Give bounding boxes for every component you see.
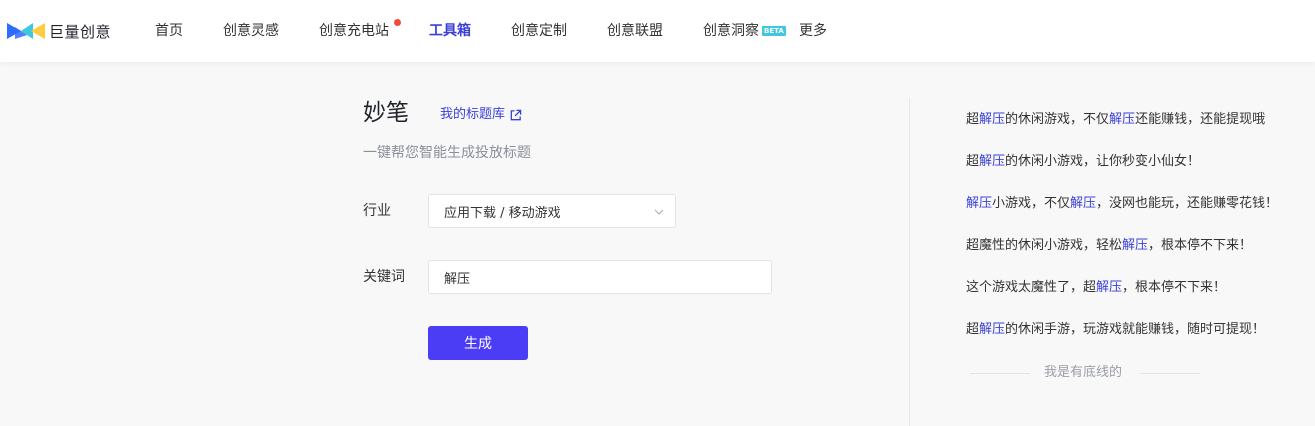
- nav-item-inspiration[interactable]: 创意灵感: [223, 21, 279, 41]
- result-title-item[interactable]: 超解压的休闲游戏，不仅解压还能赚钱，还能提现哦: [966, 110, 1265, 130]
- result-text-segment: 超: [966, 112, 980, 127]
- end-divider-right: [1140, 373, 1200, 374]
- top-navigation-bar: 巨量创意 首页 创意灵感 创意充电站 工具箱 创意定制 创意联盟 创意洞察 BE…: [0, 0, 1315, 62]
- title-library-link[interactable]: 我的标题库: [440, 106, 522, 124]
- brand-logo[interactable]: 巨量创意: [7, 19, 111, 43]
- result-text-segment: ，没网也能玩，还能赚零花钱！: [1096, 196, 1279, 211]
- keyword-highlight: 解压: [979, 322, 1006, 337]
- page-subtitle: 一键帮您智能生成投放标题: [363, 145, 531, 161]
- result-title-item[interactable]: 超解压的休闲手游，玩游戏就能赚钱，随时可提现！: [966, 320, 1265, 340]
- result-text-segment: ，根本停不下来！: [1148, 238, 1253, 253]
- industry-select[interactable]: 应用下载 / 移动游戏: [428, 194, 676, 228]
- nav-item-insight[interactable]: 创意洞察: [703, 21, 759, 41]
- title-library-link-label: 我的标题库: [440, 107, 506, 122]
- brand-logo-icon: [7, 23, 45, 39]
- result-text-segment: 的休闲小游戏，让你秒变小仙女！: [1005, 154, 1201, 169]
- result-title-item[interactable]: 超魔性的休闲小游戏，轻松解压，根本停不下来！: [966, 236, 1252, 256]
- result-text-segment: 小游戏，不仅: [992, 196, 1071, 211]
- result-text-segment: 的休闲手游，玩游戏就能赚钱，随时可提现！: [1005, 322, 1266, 337]
- keyword-label: 关键词: [363, 269, 405, 285]
- result-text-segment: 超: [966, 322, 980, 337]
- result-title-item[interactable]: 解压小游戏，不仅解压，没网也能玩，还能赚零花钱！: [966, 194, 1278, 214]
- end-divider-left: [970, 373, 1030, 374]
- beta-badge: BETA: [762, 26, 786, 36]
- nav-item-toolbox[interactable]: 工具箱: [429, 21, 471, 41]
- result-title-item[interactable]: 超解压的休闲小游戏，让你秒变小仙女！: [966, 152, 1200, 172]
- chevron-down-icon: [654, 209, 664, 215]
- industry-label: 行业: [363, 203, 391, 219]
- vertical-divider: [909, 98, 910, 426]
- result-text-segment: 超: [966, 154, 980, 169]
- end-of-list-text: 我是有底线的: [1044, 365, 1123, 380]
- external-link-icon: [510, 109, 522, 120]
- nav-item-charging-station[interactable]: 创意充电站: [319, 21, 389, 41]
- result-title-item[interactable]: 这个游戏太魔性了，超解压，根本停不下来！: [966, 278, 1226, 298]
- notification-dot: [394, 19, 401, 26]
- keyword-input[interactable]: 解压: [428, 260, 772, 294]
- page-title: 妙笔: [363, 100, 409, 126]
- nav-item-alliance[interactable]: 创意联盟: [607, 21, 663, 41]
- result-text-segment: 这个游戏太魔性了，超: [966, 280, 1097, 295]
- keyword-highlight: 解压: [966, 196, 993, 211]
- nav-item-home[interactable]: 首页: [155, 21, 183, 41]
- keyword-highlight: 解压: [979, 154, 1006, 169]
- brand-name: 巨量创意: [49, 22, 112, 41]
- result-text-segment: 超魔性的休闲小游戏，轻松: [966, 238, 1123, 253]
- result-text-segment: ，根本停不下来！: [1122, 280, 1227, 295]
- keyword-highlight: 解压: [979, 112, 1006, 127]
- keyword-highlight: 解压: [1109, 112, 1136, 127]
- result-text-segment: 的休闲游戏，不仅: [1005, 112, 1110, 127]
- generate-button[interactable]: 生成: [428, 326, 528, 360]
- industry-select-value: 应用下载 / 移动游戏: [444, 205, 561, 221]
- keyword-highlight: 解压: [1070, 196, 1097, 211]
- nav-item-more[interactable]: 更多: [799, 21, 827, 41]
- keyword-highlight: 解压: [1096, 280, 1123, 295]
- result-text-segment: 还能赚钱，还能提现哦: [1135, 112, 1266, 127]
- keyword-input-value: 解压: [444, 271, 471, 287]
- nav-item-customization[interactable]: 创意定制: [511, 21, 567, 41]
- keyword-highlight: 解压: [1122, 238, 1149, 253]
